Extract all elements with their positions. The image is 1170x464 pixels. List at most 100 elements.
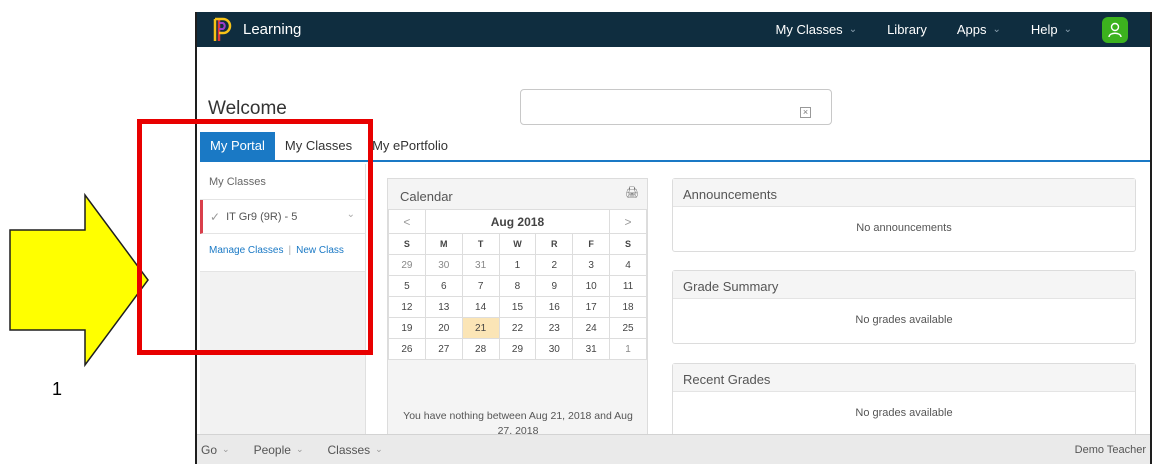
calendar-week-row: 26 27 28 29 30 31 1 [388, 338, 647, 360]
footer-go-menu[interactable]: Go ⌄ [201, 443, 230, 457]
class-links: Manage Classes | New Class [200, 234, 365, 272]
search-input[interactable]: × [520, 89, 832, 125]
calendar-month: Aug 2018 [424, 209, 611, 234]
calendar-day[interactable]: 16 [535, 296, 574, 318]
footer-classes-menu[interactable]: Classes ⌄ [327, 443, 382, 457]
footer-classes-label: Classes [327, 442, 371, 457]
calendar-day[interactable]: 2 [535, 254, 574, 276]
current-user-name[interactable]: Demo Teacher [1075, 444, 1146, 456]
calendar-day[interactable]: 15 [498, 296, 537, 318]
nav-my-classes[interactable]: My Classes ⌄ [776, 22, 858, 37]
announcements-body: No announcements [856, 222, 952, 234]
calendar-day[interactable]: 13 [424, 296, 463, 318]
chevron-down-icon: ⌄ [1063, 24, 1072, 35]
calendar-day[interactable]: 14 [461, 296, 500, 318]
day-of-week-header: M [424, 233, 463, 255]
footer-people-label: People [253, 442, 291, 457]
calendar-day[interactable]: 6 [424, 275, 463, 297]
chevron-down-icon: ⌄ [848, 24, 858, 35]
chevron-down-icon[interactable]: ⌄ [347, 209, 355, 220]
calendar-day[interactable]: 31 [572, 338, 611, 360]
calendar-day[interactable]: 5 [388, 275, 426, 297]
tab-my-eportfolio[interactable]: My ePortfolio [362, 132, 458, 160]
calendar-day[interactable]: 11 [609, 275, 647, 297]
calendar-widget: Calendar 🖨 < Aug 2018 > SMTWRFS 29 30 31 1 2… [387, 178, 648, 464]
nav-library[interactable]: Library [887, 22, 927, 37]
calendar-day[interactable]: 19 [388, 317, 426, 339]
nav-help[interactable]: Help ⌄ [1031, 22, 1072, 37]
next-month-button[interactable]: > [609, 209, 647, 234]
calendar-day[interactable]: 31 [461, 254, 500, 276]
screenshot-stage: 1 Learning My Classes ⌄ Library Apps ⌄ H… [0, 0, 1170, 464]
calendar-day[interactable]: 29 [388, 254, 426, 276]
calendar-day[interactable]: 22 [498, 317, 537, 339]
chevron-down-icon: ⌄ [375, 444, 383, 454]
link-separator: | [288, 245, 292, 256]
user-avatar-button[interactable] [1102, 16, 1128, 43]
calendar-day[interactable]: 1 [609, 338, 647, 360]
grade-summary-body: No grades available [855, 314, 953, 326]
day-of-week-header: T [461, 233, 500, 255]
calendar-day[interactable]: 7 [461, 275, 500, 297]
calendar-day[interactable]: 18 [609, 296, 647, 318]
nav-library-label: Library [887, 22, 927, 37]
calendar-day[interactable]: 4 [609, 254, 647, 276]
nav-apps-label: Apps [956, 22, 987, 37]
calendar-day[interactable]: 20 [424, 317, 463, 339]
app-logo[interactable]: Learning [211, 17, 301, 43]
my-classes-header: My Classes [200, 164, 365, 200]
footer-people-menu[interactable]: People ⌄ [254, 443, 304, 457]
print-icon[interactable]: 🖨 [625, 186, 639, 199]
day-of-week-header: R [535, 233, 574, 255]
calendar-day[interactable]: 17 [572, 296, 611, 318]
calendar-day[interactable]: 12 [388, 296, 426, 318]
clear-search-icon[interactable]: × [800, 107, 811, 118]
recent-grades-body: No grades available [855, 407, 953, 419]
user-icon [1108, 22, 1122, 37]
calendar-day[interactable]: 23 [535, 317, 574, 339]
calendar-day[interactable]: 28 [461, 338, 500, 360]
calendar-day[interactable]: 29 [498, 338, 537, 360]
tab-my-classes[interactable]: My Classes [275, 132, 362, 160]
chevron-down-icon: ⌄ [295, 444, 304, 454]
recent-grades-title: Recent Grades [673, 364, 1135, 392]
class-list-item[interactable]: ✓ IT Gr9 (9R) - 5 ⌄ [200, 200, 365, 234]
calendar-day[interactable]: 26 [388, 338, 426, 360]
calendar-day[interactable]: 9 [535, 275, 574, 297]
calendar-day[interactable]: 27 [424, 338, 463, 360]
powerschool-logo-icon [213, 17, 232, 41]
app-window: Learning My Classes ⌄ Library Apps ⌄ Hel… [195, 12, 1152, 464]
page-title: Welcome [208, 98, 287, 119]
manage-classes-link[interactable]: Manage Classes [209, 245, 283, 256]
annotation-arrow [9, 192, 149, 368]
day-of-week-header: S [388, 233, 426, 255]
nav-apps[interactable]: Apps ⌄ [957, 22, 1001, 37]
footer-go-label: Go [201, 442, 218, 457]
calendar-day[interactable]: 1 [498, 254, 537, 276]
annotation-step-number: 1 [52, 379, 63, 399]
calendar-grid: < Aug 2018 > SMTWRFS 29 30 31 1 2 3 4 5 6 7 8 9 10 11… [388, 209, 647, 360]
portal-tabs: My Portal My Classes My ePortfolio [200, 132, 1150, 162]
calendar-week-row: 29 30 31 1 2 3 4 [388, 254, 647, 276]
calendar-day[interactable]: 30 [535, 338, 574, 360]
tab-my-portal[interactable]: My Portal [200, 132, 275, 160]
prev-month-button[interactable]: < [388, 209, 426, 234]
calendar-day[interactable]: 30 [424, 254, 463, 276]
chevron-down-icon: ⌄ [222, 444, 230, 454]
recent-grades-widget: Recent Grades No grades available [672, 363, 1136, 437]
announcements-widget: Announcements No announcements [672, 178, 1136, 252]
calendar-week-row: 19 20 21 22 23 24 25 [388, 317, 647, 339]
calendar-week-row: 12 13 14 15 16 17 18 [388, 296, 647, 318]
calendar-day[interactable]: 25 [609, 317, 647, 339]
calendar-day[interactable]: 10 [572, 275, 611, 297]
calendar-day[interactable]: 8 [498, 275, 537, 297]
new-class-link[interactable]: New Class [296, 245, 344, 256]
calendar-day[interactable]: 3 [572, 254, 611, 276]
calendar-title: Calendar [400, 189, 453, 204]
checkmark-icon: ✓ [210, 209, 221, 224]
calendar-day[interactable]: 24 [572, 317, 611, 339]
calendar-day[interactable]: 21 [461, 317, 500, 339]
brand-name: Learning [243, 21, 302, 38]
class-name: IT Gr9 (9R) - 5 [226, 210, 298, 223]
top-nav-menu: My Classes ⌄ Library Apps ⌄ Help ⌄ [776, 12, 1151, 47]
